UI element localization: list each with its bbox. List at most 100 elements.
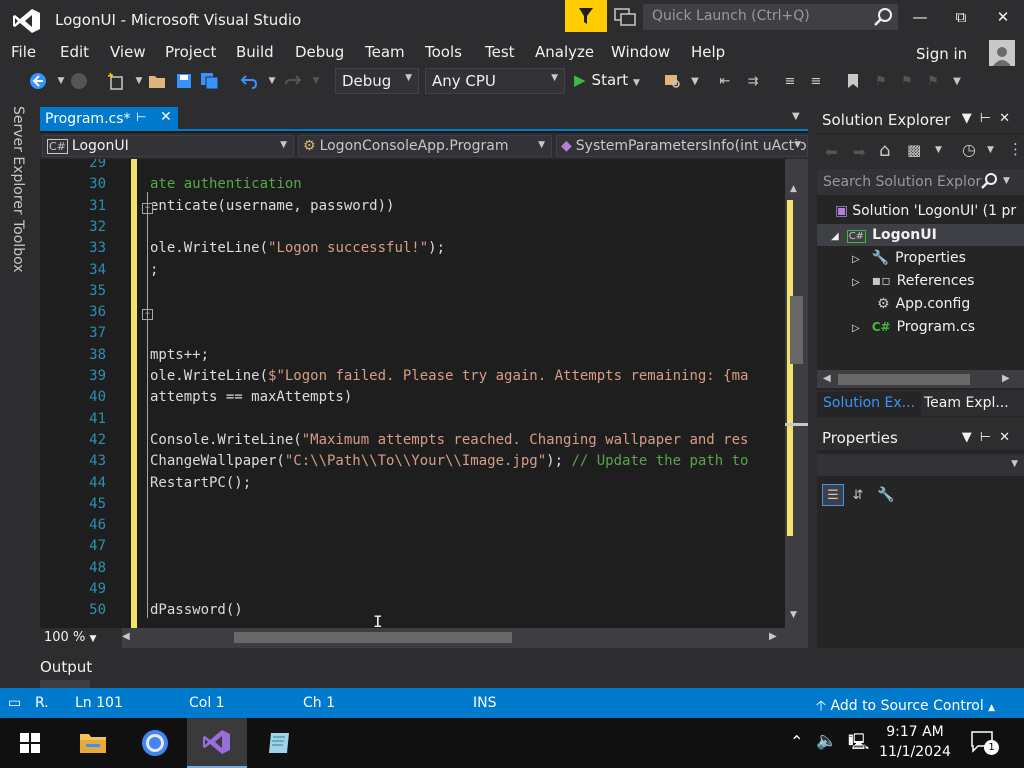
toolbar-customize-icon[interactable]: ▼ bbox=[946, 70, 968, 92]
output-panel-tab[interactable]: Output bbox=[40, 658, 92, 676]
toolbar-overflow-icon[interactable]: ▼ bbox=[684, 70, 706, 92]
code-line[interactable]: attempts == maxAttempts) bbox=[150, 389, 352, 405]
code-line[interactable]: enticate(username, password)) bbox=[150, 198, 394, 214]
code-line[interactable]: mpts++; bbox=[150, 347, 209, 363]
quick-launch-input[interactable]: Quick Launch (Ctrl+Q) bbox=[643, 4, 898, 30]
categorized-icon[interactable]: ☰ bbox=[822, 484, 844, 506]
bookmark-icon[interactable] bbox=[842, 70, 864, 92]
server-explorer-tab[interactable]: Server Explorer bbox=[10, 106, 26, 215]
tab-overflow-icon[interactable]: ▼ bbox=[792, 111, 800, 122]
minimize-button[interactable]: — bbox=[900, 5, 940, 29]
menu-analyze[interactable]: Analyze bbox=[535, 43, 594, 61]
code-line[interactable]: ole.WriteLine($"Logon failed. Please try… bbox=[150, 368, 748, 384]
windows-start-icon[interactable] bbox=[0, 718, 60, 768]
step-into-icon[interactable]: ⇤ bbox=[714, 70, 736, 92]
menu-team[interactable]: Team bbox=[365, 43, 405, 61]
scroll-left-icon[interactable]: ◀ bbox=[122, 631, 130, 642]
se-scroll-left-icon[interactable]: ◀ bbox=[823, 373, 831, 384]
close-button[interactable]: ✕ bbox=[983, 5, 1023, 29]
panel-menu-icon[interactable]: ▼ bbox=[962, 111, 980, 126]
panel-pin-icon[interactable]: ⊢ bbox=[980, 111, 999, 126]
solution-configuration-select[interactable]: Debug ▼ bbox=[335, 68, 419, 94]
next-bookmark-icon[interactable]: ⚑ bbox=[896, 70, 918, 92]
toolbox-tab[interactable]: Toolbox bbox=[10, 220, 26, 273]
expand-arrow-icon[interactable]: ▷ bbox=[852, 254, 860, 265]
tree-item-references[interactable]: ▷ ▪▫ References bbox=[852, 273, 974, 289]
editor-horizontal-thumb[interactable] bbox=[234, 632, 512, 643]
save-all-icon[interactable] bbox=[199, 70, 221, 92]
code-line[interactable]: ole.WriteLine("Logon successful!"); bbox=[150, 240, 445, 256]
tab-solution-explorer[interactable]: Solution Ex... bbox=[817, 392, 921, 416]
clear-bookmarks-icon[interactable]: ⚑ bbox=[922, 70, 944, 92]
menu-window[interactable]: Window bbox=[611, 43, 670, 61]
panel-menu-icon[interactable]: ▼ bbox=[962, 430, 980, 445]
menu-project[interactable]: Project bbox=[165, 43, 216, 61]
se-back-icon[interactable]: ⬅ bbox=[825, 143, 838, 161]
search-icon[interactable] bbox=[872, 7, 894, 27]
tree-item-program-cs[interactable]: ▷ C# Program.cs bbox=[852, 319, 975, 335]
add-to-source-control-button[interactable]: 🡡 Add to Source Control ▲ bbox=[816, 695, 995, 719]
properties-object-select[interactable]: ▼ bbox=[817, 454, 1024, 476]
panel-close-icon[interactable]: ✕ bbox=[999, 111, 1018, 126]
navigate-forward-icon[interactable] bbox=[68, 70, 90, 92]
redo-icon[interactable] bbox=[282, 70, 304, 92]
menu-build[interactable]: Build bbox=[236, 43, 274, 61]
save-icon[interactable] bbox=[173, 70, 195, 92]
alphabetical-icon[interactable]: ⇵ bbox=[847, 484, 869, 506]
start-dropdown-icon[interactable]: ▼ bbox=[633, 78, 640, 88]
collapse-arrow-icon[interactable]: ◢ bbox=[831, 231, 839, 242]
undo-dropdown-icon[interactable]: ▼ bbox=[261, 70, 283, 92]
chrome-icon[interactable] bbox=[125, 718, 185, 768]
feedback-icon[interactable] bbox=[612, 6, 638, 28]
tree-item-app-config[interactable]: ⚙ App.config bbox=[877, 296, 970, 312]
sync-dropdown-icon[interactable]: ▼ bbox=[935, 145, 942, 155]
class-nav-select[interactable]: ⚙ LogonConsoleApp.Program ▼ bbox=[298, 135, 552, 157]
solution-platform-select[interactable]: Any CPU ▼ bbox=[425, 68, 565, 94]
property-pages-icon[interactable]: 🔧 bbox=[875, 484, 897, 506]
scroll-up-icon[interactable]: ▲ bbox=[790, 184, 797, 194]
project-nav-select[interactable]: C# LogonUI ▼ bbox=[42, 135, 294, 157]
menu-test[interactable]: Test bbox=[485, 43, 515, 61]
sync-view-icon[interactable]: ▩ bbox=[907, 141, 921, 159]
menu-help[interactable]: Help bbox=[691, 43, 725, 61]
menu-view[interactable]: View bbox=[110, 43, 146, 61]
sign-in-link[interactable]: Sign in bbox=[916, 45, 967, 63]
restore-button[interactable]: ⧉ bbox=[941, 5, 981, 29]
menu-debug[interactable]: Debug bbox=[295, 43, 344, 61]
code-text-area[interactable]: 29 30 ate authentication 31 enticate(usernam… bbox=[40, 159, 785, 628]
code-line[interactable]: Console.WriteLine("Maximum attempts reac… bbox=[150, 432, 748, 448]
account-avatar-icon[interactable] bbox=[989, 40, 1015, 66]
visual-studio-taskbar-icon[interactable] bbox=[187, 718, 247, 768]
uncomment-lines-icon[interactable]: ≡ bbox=[805, 70, 827, 92]
object-dropdown-icon[interactable]: ▼ bbox=[1011, 459, 1018, 469]
code-line[interactable]: dPassword() bbox=[150, 602, 243, 618]
code-line[interactable]: RestartPC(); bbox=[150, 475, 251, 491]
tree-project-logonui[interactable]: ◢ C# LogonUI bbox=[831, 227, 937, 243]
notification-flag-icon[interactable] bbox=[565, 0, 607, 32]
comment-lines-icon[interactable]: ≡ bbox=[779, 70, 801, 92]
network-icon[interactable]: 🖳 bbox=[848, 731, 869, 758]
search-options-icon[interactable]: ▼ bbox=[1003, 176, 1010, 186]
close-tab-icon[interactable]: ✕ bbox=[160, 109, 172, 125]
editor-vertical-thumb[interactable] bbox=[790, 296, 803, 364]
expand-arrow-icon[interactable]: ▷ bbox=[852, 277, 860, 288]
find-in-files-icon[interactable] bbox=[662, 70, 684, 92]
code-line[interactable]: ChangeWallpaper("C:\\Path\\To\\Your\\Ima… bbox=[150, 453, 748, 469]
open-file-icon[interactable] bbox=[147, 70, 169, 92]
home-icon[interactable]: ⌂ bbox=[879, 140, 890, 161]
member-nav-select[interactable]: ◆ SystemParametersInfo(int uActio ▼ bbox=[556, 135, 808, 157]
menu-tools[interactable]: Tools bbox=[425, 43, 462, 61]
previous-bookmark-icon[interactable]: ⚑ bbox=[870, 70, 892, 92]
code-line[interactable]: ate authentication bbox=[150, 176, 302, 192]
scroll-right-icon[interactable]: ▶ bbox=[769, 631, 777, 642]
pending-dropdown-icon[interactable]: ▼ bbox=[987, 145, 994, 155]
se-forward-icon[interactable]: ➡ bbox=[853, 143, 866, 161]
tree-item-properties[interactable]: ▷ 🔧 Properties bbox=[852, 250, 966, 266]
solution-search-icon[interactable] bbox=[980, 172, 998, 190]
code-line[interactable]: ; bbox=[150, 262, 158, 278]
notepad-icon[interactable] bbox=[249, 718, 309, 768]
navigate-back-icon[interactable] bbox=[27, 70, 49, 92]
redo-dropdown-icon[interactable]: ▼ bbox=[305, 70, 327, 92]
pending-changes-icon[interactable]: ◷ bbox=[962, 140, 976, 159]
volume-icon[interactable]: 🔈 bbox=[816, 731, 837, 751]
